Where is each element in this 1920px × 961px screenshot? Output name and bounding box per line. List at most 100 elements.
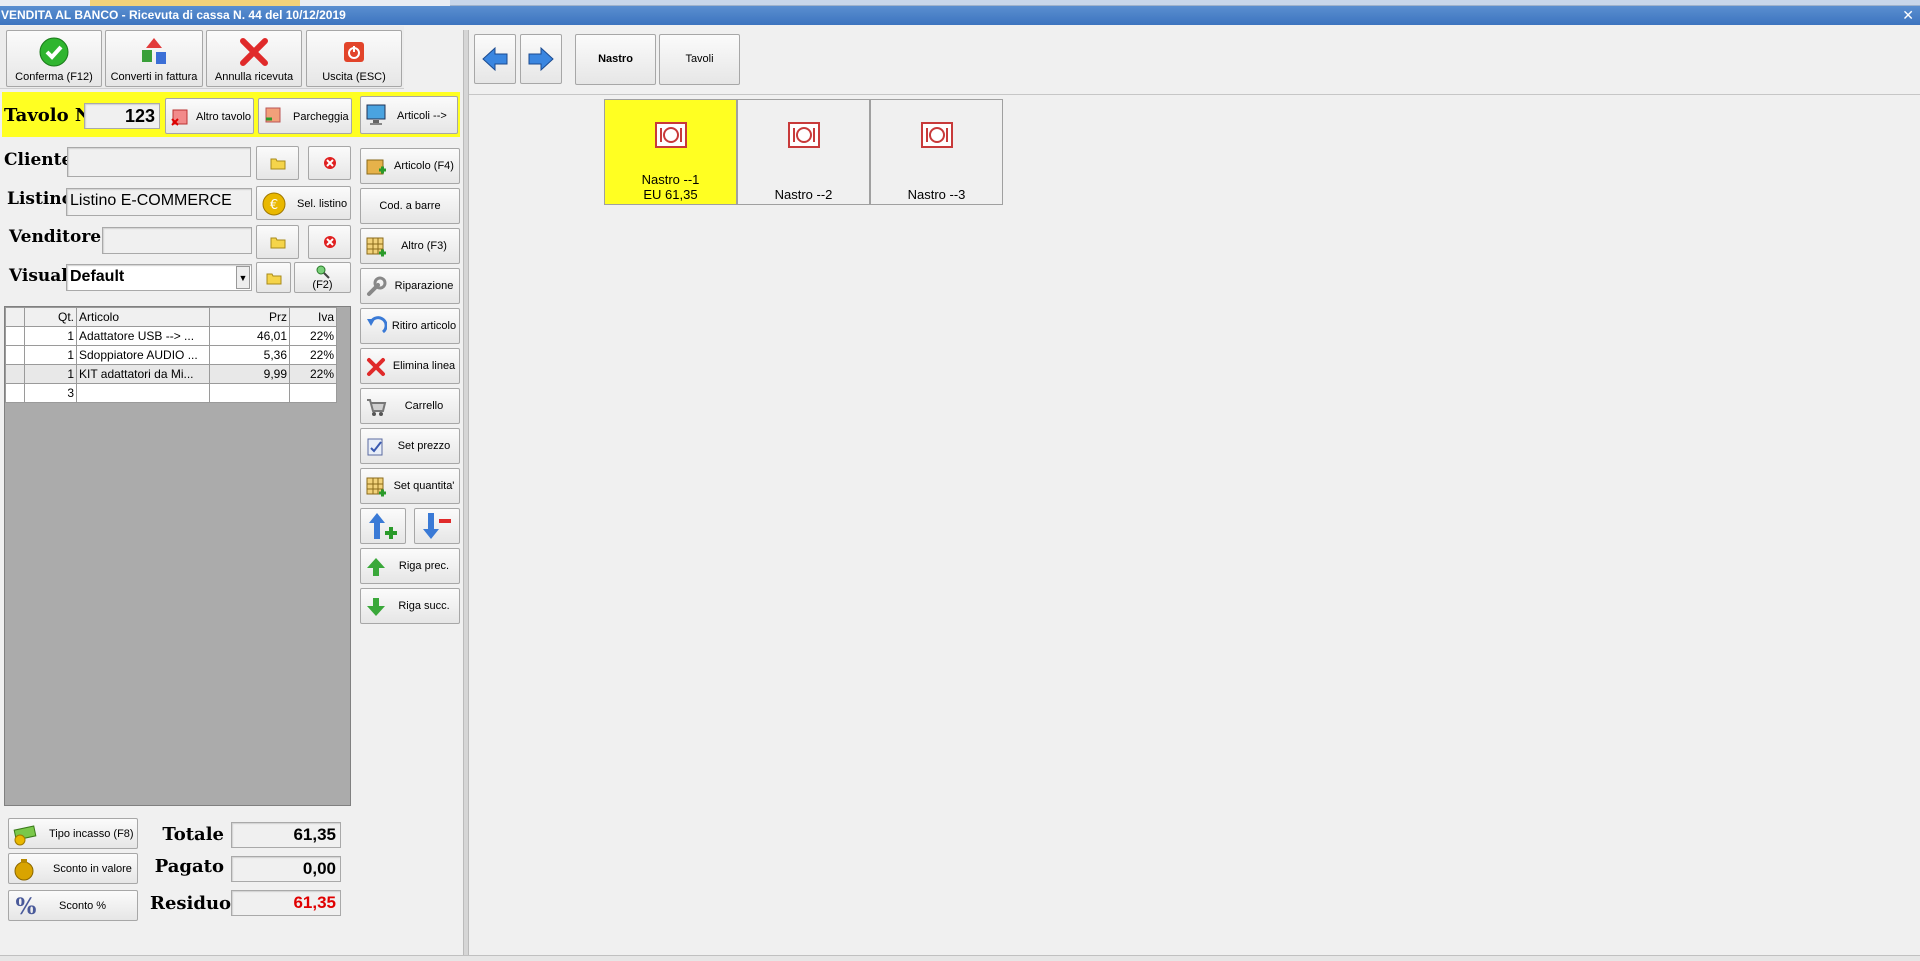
client-field[interactable] bbox=[67, 147, 251, 177]
cell-iva[interactable]: 22% bbox=[289, 326, 337, 346]
set-price-label: Set prezzo bbox=[397, 440, 451, 452]
folder-icon bbox=[270, 158, 286, 170]
table-setting-icon bbox=[920, 122, 953, 148]
cancel-receipt-button[interactable]: Annulla ricevuta bbox=[206, 30, 302, 87]
price-tag-icon bbox=[367, 438, 383, 456]
convert-icon bbox=[142, 38, 166, 64]
cell-qt[interactable]: 3 bbox=[24, 383, 77, 403]
discount-pct-button[interactable]: % Sconto % bbox=[8, 890, 138, 921]
tiles-panel bbox=[469, 94, 1920, 955]
cell-iva[interactable]: 22% bbox=[289, 345, 337, 365]
nav-forward-button[interactable] bbox=[520, 34, 562, 84]
park-button[interactable]: Parcheggia bbox=[258, 98, 352, 134]
col-header-qt[interactable]: Qt. bbox=[24, 307, 77, 327]
visual-label: Visual. bbox=[9, 266, 74, 286]
list-label: Listino bbox=[7, 189, 73, 209]
row-selector[interactable] bbox=[5, 345, 25, 365]
cell-prz[interactable]: 46,01 bbox=[209, 326, 290, 346]
cell-qt[interactable]: 1 bbox=[24, 345, 77, 365]
table-header-row: Qt. Articolo Prz Iva bbox=[5, 307, 337, 327]
table-row[interactable]: 1 KIT adattatori da Mi... 9,99 22% bbox=[5, 364, 337, 384]
exit-label: Uscita (ESC) bbox=[322, 71, 386, 83]
tab-nastro[interactable]: Nastro bbox=[575, 34, 656, 85]
other-table-button[interactable]: Altro tavolo bbox=[165, 98, 254, 134]
cart-label: Carrello bbox=[404, 400, 444, 412]
close-icon[interactable]: ✕ bbox=[1902, 6, 1914, 25]
table-row[interactable]: 3 bbox=[5, 383, 337, 403]
chevron-down-icon[interactable]: ▼ bbox=[236, 266, 250, 289]
seller-browse-button[interactable] bbox=[256, 225, 299, 259]
cell-articolo[interactable]: Adattatore USB --> ... bbox=[76, 326, 210, 346]
row-selector[interactable] bbox=[5, 383, 25, 403]
article-f4-button[interactable]: Articolo (F4) bbox=[360, 148, 460, 184]
client-browse-button[interactable] bbox=[256, 146, 299, 180]
payment-type-button[interactable]: Tipo incasso (F8) bbox=[8, 818, 138, 849]
article-f4-label: Articolo (F4) bbox=[394, 160, 454, 172]
seller-clear-button[interactable] bbox=[308, 225, 351, 259]
withdraw-item-button[interactable]: Ritiro articolo bbox=[360, 308, 460, 344]
cart-button[interactable]: Carrello bbox=[360, 388, 460, 424]
cell-prz[interactable]: 5,36 bbox=[209, 345, 290, 365]
arrow-right-icon bbox=[528, 46, 554, 72]
table-number-field[interactable]: 123 bbox=[84, 103, 160, 129]
discount-value-button[interactable]: Sconto in valore bbox=[8, 853, 138, 884]
set-quantity-button[interactable]: Set quantita' bbox=[360, 468, 460, 504]
row-selector[interactable] bbox=[5, 326, 25, 346]
cell-articolo[interactable]: Sdoppiatore AUDIO ... bbox=[76, 345, 210, 365]
cell-prz[interactable] bbox=[209, 383, 290, 403]
money-bag-icon bbox=[14, 859, 34, 881]
rest-label: Residuo bbox=[150, 893, 232, 914]
barcode-button[interactable]: Cod. a barre bbox=[360, 188, 460, 224]
tile-nastro-3[interactable]: Nastro --3 bbox=[870, 99, 1003, 205]
monitor-icon bbox=[366, 104, 386, 125]
set-price-button[interactable]: Set prezzo bbox=[360, 428, 460, 464]
cell-qt[interactable]: 1 bbox=[24, 326, 77, 346]
decrease-button[interactable] bbox=[414, 508, 460, 544]
col-header-prz[interactable]: Prz bbox=[209, 307, 290, 327]
x-icon bbox=[367, 358, 385, 376]
articles-button[interactable]: Articoli --> bbox=[360, 96, 458, 134]
tile-nastro-1[interactable]: Nastro --1 EU 61,35 bbox=[604, 99, 737, 205]
rest-value: 61,35 bbox=[231, 890, 341, 916]
delete-line-button[interactable]: Elimina linea bbox=[360, 348, 460, 384]
items-grid[interactable]: Qt. Articolo Prz Iva 1 Adattatore USB --… bbox=[4, 306, 351, 806]
exit-button[interactable]: Uscita (ESC) bbox=[306, 30, 402, 87]
col-header-iva[interactable]: Iva bbox=[289, 307, 337, 327]
nav-back-button[interactable] bbox=[474, 34, 516, 84]
previous-row-button[interactable]: Riga prec. bbox=[360, 548, 460, 584]
table-remove-icon bbox=[171, 109, 188, 126]
table-row[interactable]: 1 Sdoppiatore AUDIO ... 5,36 22% bbox=[5, 345, 337, 365]
euro-coin-icon: € bbox=[262, 192, 286, 216]
cell-iva[interactable]: 22% bbox=[289, 364, 337, 384]
table-setting-icon bbox=[787, 122, 820, 148]
list-field[interactable]: Listino E-COMMERCE bbox=[66, 188, 252, 216]
repair-button[interactable]: Riparazione bbox=[360, 268, 460, 304]
cell-articolo[interactable]: KIT adattatori da Mi... bbox=[76, 364, 210, 384]
table-row[interactable]: 1 Adattatore USB --> ... 46,01 22% bbox=[5, 326, 337, 346]
tile-nastro-2[interactable]: Nastro --2 bbox=[737, 99, 870, 205]
arrow-down-minus-icon bbox=[423, 513, 451, 539]
cell-articolo[interactable] bbox=[76, 383, 210, 403]
barcode-label: Cod. a barre bbox=[379, 200, 441, 212]
percent-icon: % bbox=[16, 894, 37, 918]
cell-qt[interactable]: 1 bbox=[24, 364, 77, 384]
select-list-button[interactable]: € Sel. listino bbox=[256, 186, 351, 220]
items-table: Qt. Articolo Prz Iva 1 Adattatore USB --… bbox=[5, 307, 337, 403]
cell-prz[interactable]: 9,99 bbox=[209, 364, 290, 384]
col-header-articolo[interactable]: Articolo bbox=[76, 307, 210, 327]
visual-select[interactable]: Default ▼ bbox=[66, 264, 252, 291]
paid-value[interactable]: 0,00 bbox=[231, 856, 341, 882]
increase-button[interactable] bbox=[360, 508, 406, 544]
visual-browse-button[interactable] bbox=[256, 262, 291, 293]
f2-label: (F2) bbox=[312, 279, 333, 291]
seller-field[interactable] bbox=[102, 227, 252, 254]
client-clear-button[interactable] bbox=[308, 146, 351, 180]
other-f3-button[interactable]: Altro (F3) bbox=[360, 228, 460, 264]
search-f2-button[interactable]: (F2) bbox=[294, 262, 351, 293]
next-row-button[interactable]: Riga succ. bbox=[360, 588, 460, 624]
row-selector[interactable] bbox=[5, 364, 25, 384]
confirm-button[interactable]: Conferma (F12) bbox=[6, 30, 102, 87]
convert-invoice-button[interactable]: Converti in fattura bbox=[105, 30, 203, 87]
tab-tavoli[interactable]: Tavoli bbox=[659, 34, 740, 85]
cell-iva[interactable] bbox=[289, 383, 337, 403]
